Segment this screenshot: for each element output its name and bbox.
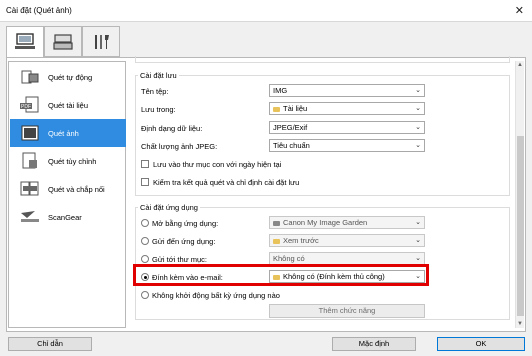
chevron-down-icon[interactable]: ⌄ <box>415 103 421 114</box>
defaults-button[interactable]: Mặc định <box>332 337 416 351</box>
scroll-up-icon[interactable]: ▲ <box>517 62 523 68</box>
attach-email-highlight-box <box>133 264 429 286</box>
scrollbar-thumb[interactable] <box>517 136 524 316</box>
scan-type-list[interactable]: Quét tự động PDF Quét tài liệu Quét ảnh … <box>8 61 126 328</box>
tools-icon <box>95 34 109 49</box>
jpeg-quality-select[interactable]: Tiêu chuẩn ⌄ <box>269 139 425 152</box>
sidebar-item-stitch-scan[interactable]: Quét và chắp nối <box>10 175 126 203</box>
scan-from-computer-icon <box>15 33 35 49</box>
scan-from-panel-icon <box>53 33 73 50</box>
save-in-label: Lưu trong: <box>141 105 176 114</box>
sidebar-item-label: Quét ảnh <box>48 128 79 138</box>
help-button[interactable]: Chỉ dẫn <box>8 337 92 351</box>
tab-tools[interactable] <box>82 26 120 57</box>
open-app-select[interactable]: Canon My Image Garden ⌄ <box>269 216 425 229</box>
send-folder-label[interactable]: Gửi tới thư mục: <box>152 255 207 264</box>
window-title: Cài đặt (Quét ảnh) <box>6 6 72 15</box>
auto-scan-icon <box>18 67 42 87</box>
chevron-down-icon[interactable]: ⌄ <box>415 253 421 264</box>
no-app-radio[interactable] <box>141 291 149 299</box>
send-app-select[interactable]: Xem trước ⌄ <box>269 234 425 247</box>
sidebar-item-photo-scan[interactable]: Quét ảnh <box>10 119 126 147</box>
check-result-label[interactable]: Kiểm tra kết quả quét và chỉ định cài đặ… <box>153 178 299 187</box>
sidebar-item-label: Quét tự động <box>48 72 93 82</box>
scangear-icon <box>18 207 42 227</box>
app-icon <box>273 221 280 226</box>
file-name-label: Tên tệp: <box>141 87 169 96</box>
jpeg-quality-label: Chất lượng ảnh JPEG: <box>141 142 218 151</box>
sidebar-item-label: Quét và chắp nối <box>48 184 105 194</box>
more-functions-button[interactable]: Thêm chức năng <box>269 304 425 318</box>
subfolder-date-label[interactable]: Lưu vào thư mục con với ngày hiện tại <box>153 160 281 169</box>
send-app-radio[interactable] <box>141 237 149 245</box>
chevron-down-icon[interactable]: ⌄ <box>415 140 421 151</box>
tab-scan-from-computer[interactable] <box>6 26 44 58</box>
sidebar-item-label: Quét tài liệu <box>48 100 89 110</box>
group-title: Cài đặt lưu <box>138 71 179 80</box>
chevron-down-icon[interactable]: ⌄ <box>415 122 421 133</box>
sidebar-item-custom-scan[interactable]: Quét tùy chỉnh <box>10 147 126 175</box>
previous-group-edge <box>135 56 510 63</box>
sidebar-item-label: ScanGear <box>48 212 82 222</box>
folder-icon <box>273 107 280 112</box>
group-title: Cài đặt ứng dụng <box>138 203 200 212</box>
chevron-down-icon[interactable]: ⌄ <box>415 217 421 228</box>
open-app-label[interactable]: Mở bằng ứng dụng: <box>152 219 218 228</box>
send-app-label[interactable]: Gửi đến ứng dụng: <box>152 237 215 246</box>
chevron-down-icon[interactable]: ⌄ <box>415 235 421 246</box>
pdf-badge: PDF <box>21 104 31 110</box>
data-format-select[interactable]: JPEG/Exif ⌄ <box>269 121 425 134</box>
sidebar-item-auto-scan[interactable]: Quét tự động <box>10 63 126 91</box>
custom-scan-icon <box>18 151 42 171</box>
stitch-scan-icon <box>18 179 42 199</box>
tab-scan-from-panel[interactable] <box>44 26 82 57</box>
sidebar-item-scangear[interactable]: ScanGear <box>10 203 126 231</box>
chevron-down-icon[interactable]: ⌄ <box>415 85 421 96</box>
save-in-select[interactable]: Tài liệu ⌄ <box>269 102 425 115</box>
close-icon[interactable]: ✕ <box>515 4 524 17</box>
vertical-scrollbar[interactable]: ▲ ▼ <box>515 61 524 328</box>
no-app-label[interactable]: Không khởi động bất kỳ ứng dụng nào <box>152 291 280 300</box>
send-folder-radio[interactable] <box>141 255 149 263</box>
subfolder-date-checkbox[interactable] <box>141 160 149 168</box>
folder-icon <box>273 239 280 244</box>
title-bar: Cài đặt (Quét ảnh) ✕ <box>0 0 532 22</box>
document-scan-icon: PDF <box>18 95 42 115</box>
sidebar-item-document-scan[interactable]: PDF Quét tài liệu <box>10 91 126 119</box>
scroll-down-icon[interactable]: ▼ <box>517 321 523 327</box>
ok-button[interactable]: OK <box>437 337 525 351</box>
photo-scan-icon <box>18 123 42 143</box>
sidebar-item-label: Quét tùy chỉnh <box>48 156 97 166</box>
data-format-label: Định dạng dữ liệu: <box>141 124 203 133</box>
open-app-radio[interactable] <box>141 219 149 227</box>
file-name-input[interactable]: IMG ⌄ <box>269 84 425 97</box>
check-result-checkbox[interactable] <box>141 178 149 186</box>
